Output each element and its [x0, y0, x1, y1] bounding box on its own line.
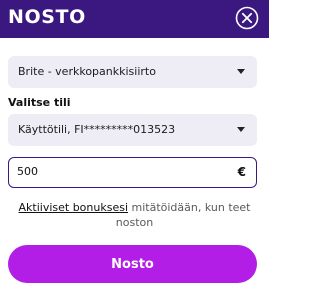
- payment-method-select[interactable]: Brite - verkkopankkisiirto: [8, 56, 257, 88]
- close-icon[interactable]: [235, 6, 259, 30]
- nosto-logo: NOSTO: [8, 6, 86, 28]
- withdraw-button[interactable]: Nosto: [8, 245, 257, 283]
- bonus-notice-text: mitätöidään, kun teet noston: [115, 201, 251, 229]
- active-bonuses-link[interactable]: Aktiiviset bonuksesi: [19, 201, 129, 214]
- chevron-down-icon: [237, 127, 245, 132]
- chevron-down-icon: [237, 69, 245, 74]
- payment-method-value: Brite - verkkopankkisiirto: [18, 65, 156, 78]
- account-select[interactable]: Käyttötili, FI*********013523: [8, 114, 257, 146]
- account-value: Käyttötili, FI*********013523: [18, 123, 176, 136]
- amount-input[interactable]: [17, 158, 217, 186]
- amount-field[interactable]: €: [8, 157, 257, 188]
- account-label: Valitse tili: [8, 96, 71, 109]
- bonus-notice: Aktiiviset bonuksesi mitätöidään, kun te…: [14, 200, 255, 230]
- currency-symbol: €: [237, 165, 246, 179]
- header-bar: NOSTO: [0, 0, 269, 38]
